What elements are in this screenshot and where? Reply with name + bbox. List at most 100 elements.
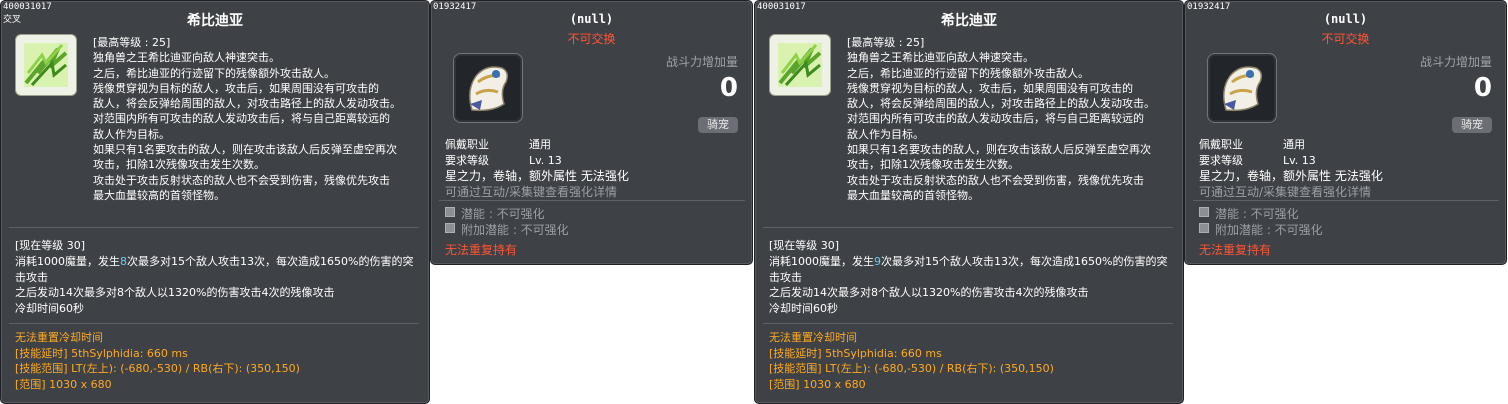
desc-line: [最高等级 : 25]	[847, 36, 925, 49]
desc-line: 独角兽之王希比迪亚向敌人神速突击。	[93, 51, 280, 65]
mount-badge: 骑宠	[1452, 117, 1492, 133]
level-text: 消耗1000魔量，发生	[769, 254, 874, 268]
level-line: 冷却时间60秒	[15, 302, 84, 316]
desc-line: 攻击，扣除1次残像攻击发生次数。	[847, 158, 1019, 172]
sylphidia-skill-icon	[769, 34, 831, 96]
potential-square-icon	[445, 223, 455, 233]
level-line: 消耗1000魔量，发生9次最多对15个敌人攻击13次，每次造成1650%的伤害的…	[769, 254, 1179, 270]
trade-status: 不可交换	[1321, 32, 1370, 46]
req-level-row: 要求等级 Lv. 13	[1199, 152, 1316, 168]
desc-line: 敌人，将会反弹给周围的敌人，对攻击路径上的敌人发动攻击。	[93, 97, 401, 111]
extra-line: [技能范围] LT(左上): (-680,-530) / RB(右下): (35…	[15, 362, 300, 376]
sylphidia-skill-icon	[15, 34, 77, 96]
desc-line: 之后，希比迪亚的行迹留下的残像额外攻击敌人。	[847, 66, 1089, 80]
skill-extra-info: 无法重置冷却时间 [技能延时] 5thSylphidia: 660 ms [技能…	[15, 330, 425, 392]
level-line: 消耗1000魔量，发生8次最多对15个敌人攻击13次，每次造成1650%的伤害的…	[15, 254, 425, 270]
potential-text: 潜能 : 不可强化	[461, 207, 545, 221]
current-level-info: [现在等级 30] 消耗1000魔量，发生8次最多对15个敌人攻击13次，每次造…	[15, 238, 425, 317]
level-line: 之后发动14次最多对8个敌人以1320%的伤害攻击4次的残像攻击	[15, 286, 335, 300]
req-level-label: 要求等级	[445, 154, 489, 167]
enhance-props: 星之力，卷轴，额外属性 无法强化	[1199, 169, 1383, 183]
skill-tooltip-2: 400031017 希比迪亚 [最高等级 : 25] 独角兽之王希比迪亚向敌人神…	[754, 0, 1184, 404]
skill-description: [最高等级 : 25] 独角兽之王希比迪亚向敌人神速突击。 之后，希比迪亚的行迹…	[93, 35, 423, 203]
level-line: 之后发动14次最多对8个敌人以1320%的伤害攻击4次的残像攻击	[769, 286, 1089, 300]
desc-line: 对范围内所有可攻击的敌人发动攻击后，将与自己距离较远的	[847, 112, 1144, 126]
skill-extra-info: 无法重置冷却时间 [技能延时] 5thSylphidia: 660 ms [技能…	[769, 330, 1179, 392]
desc-line: [最高等级 : 25]	[93, 36, 171, 49]
additional-potential-row: 附加潜能 : 不可强化	[445, 221, 569, 238]
job-value: 通用	[529, 138, 551, 151]
power-increase-value: 0	[1473, 73, 1492, 103]
potential-square-icon	[1199, 223, 1209, 233]
desc-line: 攻击处于攻击反射状态的敌人也不会受到伤害，残像优先攻击	[93, 173, 390, 187]
no-duplicate-notice: 无法重复持有	[1199, 243, 1272, 257]
desc-line: 如果只有1名要攻击的敌人，则在攻击该敌人后反弹至虚空再次	[93, 143, 397, 157]
req-level-value: Lv. 13	[529, 154, 562, 167]
item-code: 01932417	[1187, 2, 1231, 12]
req-level-row: 要求等级 Lv. 13	[445, 152, 562, 168]
level-line: 击攻击	[15, 270, 48, 284]
job-row: 佩戴职业 通用	[1199, 136, 1305, 152]
mount-item-icon	[453, 53, 523, 123]
extra-line: [范围] 1030 x 680	[769, 377, 866, 391]
power-increase-label: 战斗力增加量	[665, 55, 738, 69]
level-header: [现在等级 30]	[769, 239, 840, 252]
item-tooltip-1: 01932417 (null) 不可交换 战斗力增加量 0 骑宠 佩戴职业 通用 …	[430, 0, 753, 265]
desc-line: 之后，希比迪亚的行迹留下的残像额外攻击敌人。	[93, 66, 335, 80]
trade-status: 不可交换	[567, 32, 616, 46]
desc-line: 残像贯穿视为目标的敌人，攻击后，如果周围没有可攻击的	[847, 81, 1133, 95]
level-line: 冷却时间60秒	[769, 302, 838, 316]
extra-line: 无法重置冷却时间	[15, 331, 103, 344]
divider	[9, 227, 419, 228]
extra-line: [技能范围] LT(左上): (-680,-530) / RB(右下): (35…	[769, 362, 1054, 376]
job-label: 佩戴职业	[1199, 138, 1243, 151]
level-header: [现在等级 30]	[15, 239, 86, 252]
req-level-label: 要求等级	[1199, 154, 1243, 167]
item-title: (null)	[1323, 12, 1368, 26]
additional-potential-text: 附加潜能 : 不可强化	[461, 223, 569, 237]
level-text: 消耗1000魔量，发生	[15, 254, 120, 268]
mount-badge: 骑宠	[698, 117, 738, 133]
desc-line: 对范围内所有可攻击的敌人发动攻击后，将与自己距离较远的	[93, 112, 390, 126]
power-increase-label: 战斗力增加量	[1419, 55, 1492, 69]
enhance-props: 星之力，卷轴，额外属性 无法强化	[445, 169, 629, 183]
item-code: 01932417	[433, 2, 477, 12]
divider	[763, 227, 1173, 228]
power-increase-value: 0	[719, 73, 738, 103]
item-tooltip-2: 01932417 (null) 不可交换 战斗力增加量 0 骑宠 佩戴职业 通用 …	[1184, 0, 1507, 265]
potential-square-icon	[1199, 207, 1209, 217]
desc-line: 残像贯穿视为目标的敌人，攻击后，如果周围没有可攻击的	[93, 81, 379, 95]
job-value: 通用	[1283, 138, 1305, 151]
level-text: 次最多对15个敌人攻击13次，每次造成1650%的伤害的突	[881, 254, 1168, 268]
job-row: 佩戴职业 通用	[445, 136, 551, 152]
job-label: 佩戴职业	[445, 138, 489, 151]
item-title: (null)	[569, 12, 614, 26]
level-highlight-number: 8	[120, 254, 127, 268]
desc-line: 敌人作为目标。	[93, 127, 170, 141]
extra-line: [范围] 1030 x 680	[15, 377, 112, 391]
desc-line: 独角兽之王希比迪亚向敌人神速突击。	[847, 51, 1034, 65]
req-level-value: Lv. 13	[1283, 154, 1316, 167]
skill-description: [最高等级 : 25] 独角兽之王希比迪亚向敌人神速突击。 之后，希比迪亚的行迹…	[847, 35, 1177, 203]
extra-line: [技能延时] 5thSylphidia: 660 ms	[15, 346, 188, 360]
desc-line: 最大血量较高的首领怪物。	[93, 188, 225, 202]
level-line: 击攻击	[769, 270, 802, 284]
desc-line: 如果只有1名要攻击的敌人，则在攻击该敌人后反弹至虚空再次	[847, 143, 1151, 157]
extra-line: 无法重置冷却时间	[769, 331, 857, 344]
enhance-hint: 可通过互动/采集键查看强化详情	[445, 185, 618, 199]
no-duplicate-notice: 无法重复持有	[445, 243, 518, 257]
divider	[763, 323, 1173, 324]
skill-title: 希比迪亚	[187, 13, 243, 29]
desc-line: 敌人，将会反弹给周围的敌人，对攻击路径上的敌人发动攻击。	[847, 97, 1155, 111]
additional-potential-text: 附加潜能 : 不可强化	[1215, 223, 1323, 237]
additional-potential-row: 附加潜能 : 不可强化	[1199, 221, 1323, 238]
skill-tooltip-1: 400031017 交叉 希比迪亚 [最高等级 : 25] 独角兽之王希比迪亚向…	[0, 0, 430, 404]
desc-line: 敌人作为目标。	[847, 127, 924, 141]
level-text: 次最多对15个敌人攻击13次，每次造成1650%的伤害的突	[127, 254, 414, 268]
potential-square-icon	[445, 207, 455, 217]
divider	[439, 200, 745, 201]
desc-line: 最大血量较高的首领怪物。	[847, 188, 979, 202]
divider	[1193, 200, 1499, 201]
potential-row: 潜能 : 不可强化	[1199, 205, 1299, 222]
extra-line: [技能延时] 5thSylphidia: 660 ms	[769, 346, 942, 360]
